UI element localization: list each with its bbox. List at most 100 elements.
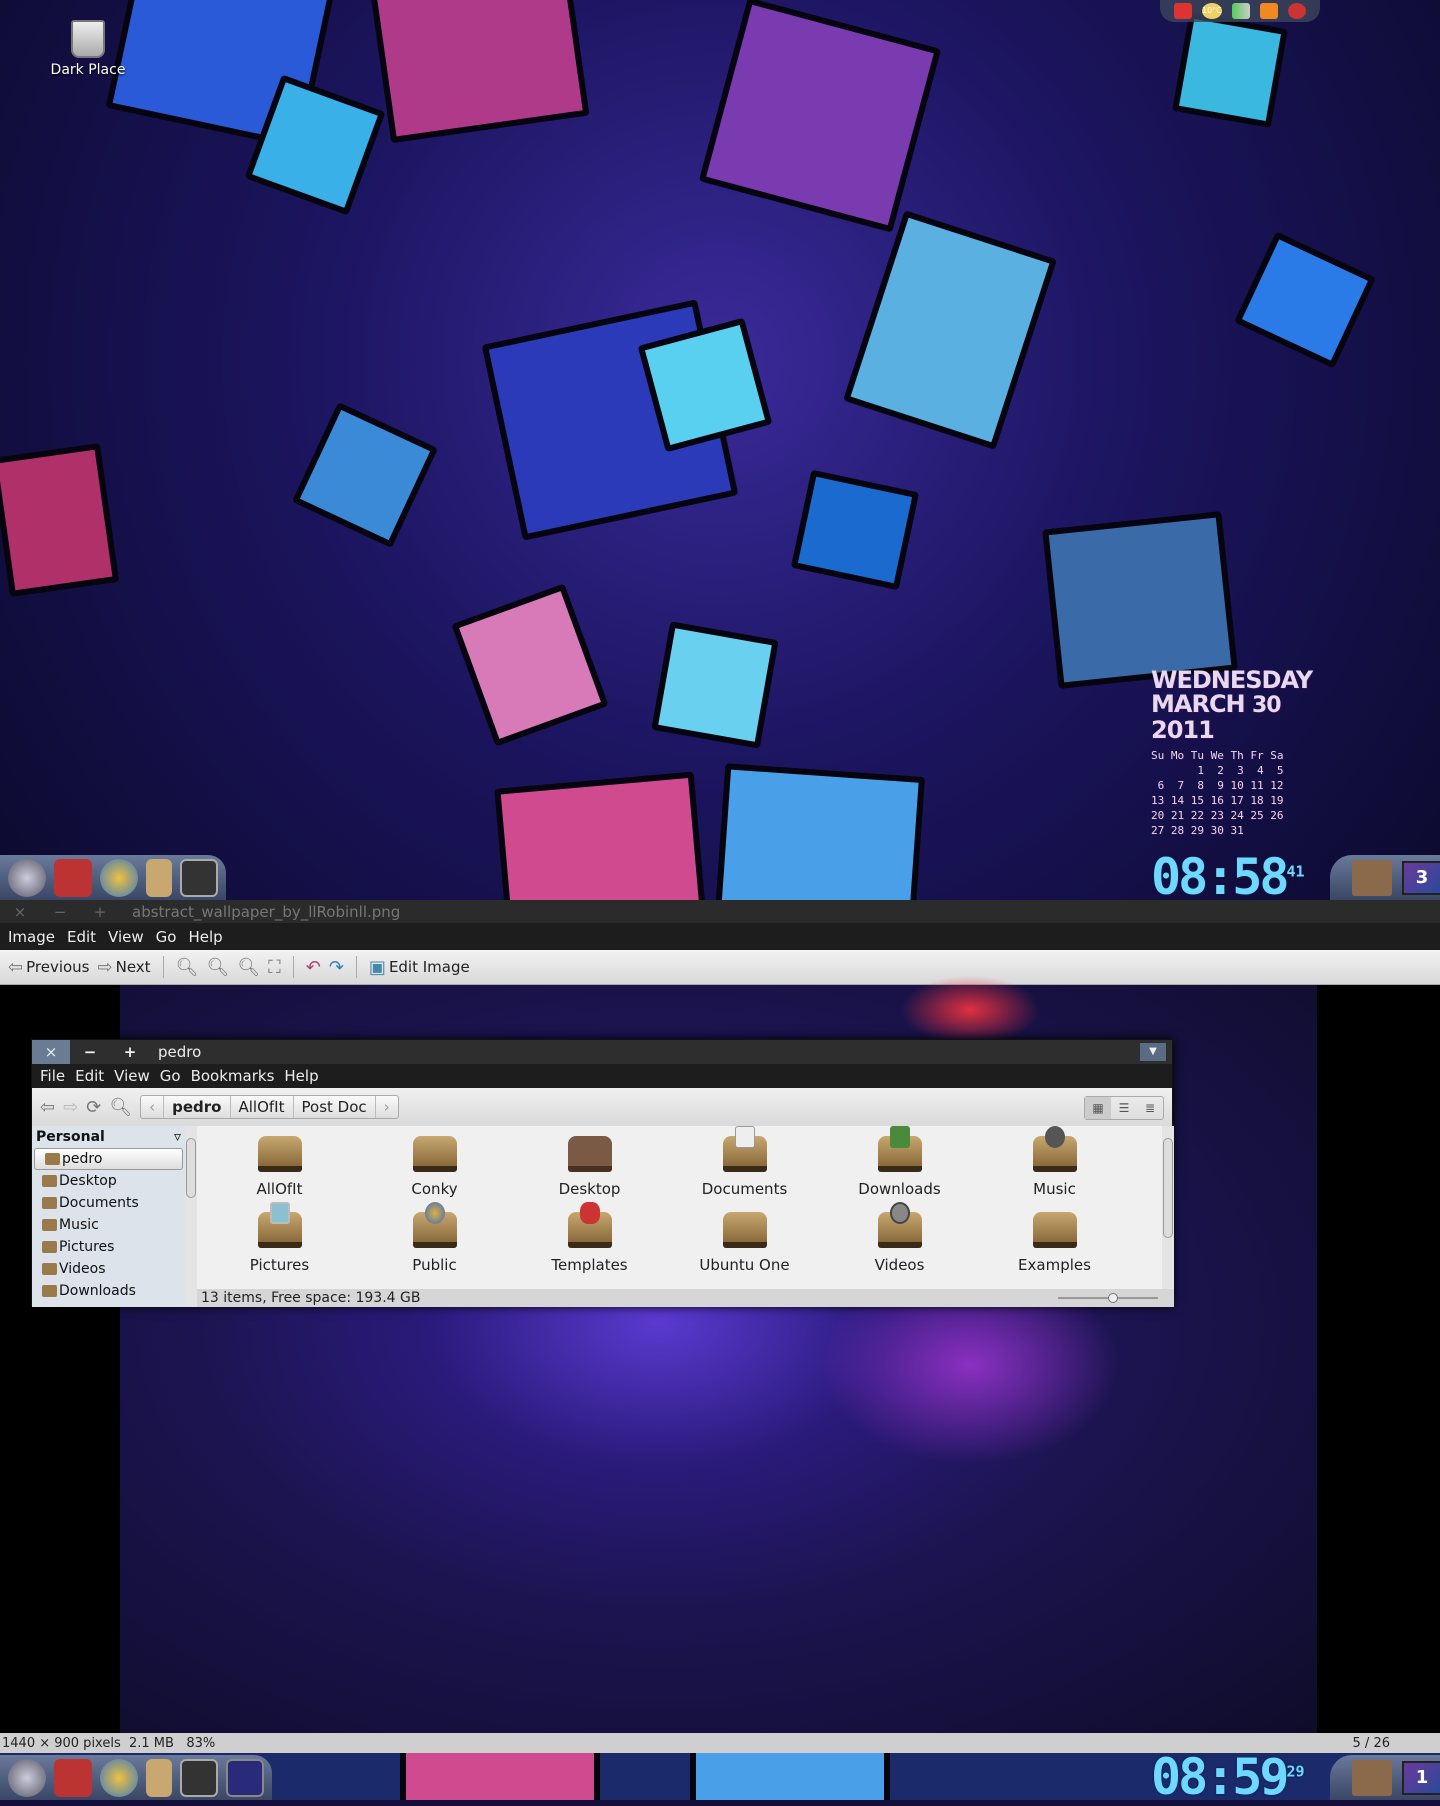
breadcrumb-post-doc[interactable]: Post Doc — [294, 1096, 376, 1118]
breadcrumb-left-arrow[interactable]: ‹ — [141, 1096, 165, 1118]
separator — [292, 956, 294, 978]
zoom-out-icon[interactable]: 🔍︎ — [206, 957, 229, 978]
file-item-downloads[interactable]: Downloads — [822, 1126, 977, 1212]
sidebar-item-pictures[interactable]: Pictures — [32, 1236, 185, 1258]
launcher-dock — [0, 1755, 272, 1800]
conky-clock: 08:5929 — [1151, 1748, 1305, 1806]
workspace-switcher[interactable]: 1 — [1402, 1760, 1440, 1795]
firefox-icon[interactable] — [54, 1758, 92, 1797]
rotate-left-icon[interactable]: ↶ — [306, 957, 321, 978]
fm-titlebar: × − + pedro ▼ — [32, 1040, 1172, 1064]
minimize-button[interactable]: − — [70, 1043, 110, 1061]
file-item-desktop[interactable]: Desktop — [512, 1136, 667, 1212]
menu-go[interactable]: Go — [160, 1067, 181, 1085]
breadcrumb-right-arrow[interactable]: › — [376, 1096, 398, 1118]
firefox-icon[interactable] — [54, 858, 92, 897]
menu-help[interactable]: Help — [188, 928, 222, 946]
gnome-foot-icon[interactable] — [8, 1758, 46, 1797]
sidebar-item-pedro[interactable]: pedro — [34, 1148, 183, 1170]
folder-icon — [257, 1136, 302, 1172]
network-globe-icon[interactable] — [100, 1758, 138, 1797]
minimize-button[interactable]: − — [40, 903, 80, 921]
back-icon[interactable]: ⇦ — [40, 1097, 55, 1118]
content-scrollbar[interactable] — [1162, 1126, 1174, 1289]
maximize-button[interactable]: + — [80, 903, 120, 921]
file-label: Music — [1033, 1180, 1076, 1198]
weather-icon[interactable]: 10°C — [1202, 3, 1222, 19]
file-item-documents[interactable]: Documents — [667, 1126, 822, 1212]
file-label: Desktop — [558, 1180, 621, 1198]
sidebar-item-videos[interactable]: Videos — [32, 1258, 185, 1280]
gmail-icon[interactable] — [1174, 3, 1192, 19]
breadcrumb-allofit[interactable]: AllOfIt — [231, 1096, 294, 1118]
forward-icon[interactable]: ⇨ — [63, 1097, 78, 1118]
close-button[interactable]: × — [0, 903, 40, 921]
rss-icon[interactable] — [1259, 3, 1278, 19]
zoom-slider-handle[interactable] — [1108, 1293, 1118, 1303]
network-globe-icon[interactable] — [100, 858, 138, 897]
next-button[interactable]: ⇨ Next — [98, 957, 151, 978]
zoom-normal-icon[interactable]: 🔍︎ — [237, 957, 260, 978]
menu-image[interactable]: Image — [8, 928, 55, 946]
file-item-conky[interactable]: Conky — [357, 1136, 512, 1212]
image-viewer-icon[interactable] — [226, 1758, 264, 1797]
sidebar-item-label: Videos — [59, 1261, 106, 1277]
sidebar-item-documents[interactable]: Documents — [32, 1192, 185, 1214]
file-item-ubuntu-one[interactable]: Ubuntu One — [667, 1212, 822, 1288]
file-item-music[interactable]: Music — [977, 1126, 1132, 1212]
sidebar-item-music[interactable]: Music — [32, 1214, 185, 1236]
desk-folder-icon — [567, 1136, 612, 1172]
menu-edit[interactable]: Edit — [75, 1067, 104, 1085]
rotate-right-icon[interactable]: ↷ — [329, 957, 344, 978]
file-item-public[interactable]: Public — [357, 1202, 512, 1288]
file-item-pictures[interactable]: Pictures — [202, 1202, 357, 1288]
terminal-icon[interactable] — [180, 858, 218, 897]
zoom-slider[interactable] — [1058, 1293, 1158, 1303]
menu-view[interactable]: View — [114, 1067, 150, 1085]
reload-icon[interactable]: ⟳ — [86, 1097, 101, 1118]
file-item-examples[interactable]: Examples — [977, 1212, 1132, 1288]
menu-go[interactable]: Go — [156, 928, 177, 946]
clock-time: 08:59 — [1151, 1748, 1290, 1806]
file-item-allofit[interactable]: AllOfIt — [202, 1136, 357, 1212]
sidebar-item-downloads[interactable]: Downloads — [32, 1280, 185, 1302]
calendar-header: Su Mo Tu We Th Fr Sa — [1151, 749, 1284, 762]
zoom-in-icon[interactable]: 🔍︎ — [176, 957, 199, 978]
file-cabinet-icon[interactable] — [146, 1758, 172, 1797]
menu-help[interactable]: Help — [284, 1067, 318, 1085]
menu-file[interactable]: File — [40, 1067, 65, 1085]
menu-edit[interactable]: Edit — [67, 928, 96, 946]
terminal-icon[interactable] — [180, 1758, 218, 1797]
file-cabinet-icon[interactable] — [146, 858, 172, 897]
search-icon[interactable]: 🔍︎ — [109, 1097, 132, 1118]
list-view-icon[interactable]: ☰ — [1111, 1097, 1137, 1119]
signal-icon[interactable] — [1231, 3, 1250, 19]
conky-calendar: WEDNESDAY MARCH 30 2011 Su Mo Tu We Th F… — [1151, 668, 1313, 838]
file-item-videos[interactable]: Videos — [822, 1202, 977, 1288]
menu-bookmarks[interactable]: Bookmarks — [191, 1067, 275, 1085]
power-icon[interactable] — [1287, 3, 1306, 19]
gnome-foot-icon[interactable] — [8, 858, 46, 897]
edit-image-button[interactable]: ▣ Edit Image — [369, 957, 470, 978]
sidebar-dropdown-icon[interactable]: ▿ — [174, 1129, 181, 1145]
pictures-icon — [42, 1241, 57, 1253]
breadcrumb-pedro[interactable]: pedro — [164, 1096, 231, 1118]
sidebar-scrollbar[interactable] — [185, 1126, 197, 1307]
desktop-icon-label: Dark Place — [50, 62, 126, 78]
sidebar-item-desktop[interactable]: Desktop — [32, 1170, 185, 1192]
icon-view-icon[interactable]: ▦ — [1085, 1097, 1111, 1119]
previous-button[interactable]: ⇦ Previous — [8, 957, 90, 978]
desk-icon[interactable] — [1352, 1759, 1392, 1796]
sidebar-heading: Personal — [36, 1129, 105, 1145]
fit-window-icon[interactable]: ⛶ — [268, 957, 281, 978]
maximize-button[interactable]: + — [110, 1043, 150, 1061]
close-button[interactable]: × — [32, 1040, 70, 1064]
file-item-templates[interactable]: Templates — [512, 1202, 667, 1288]
desktop-icon-dark-place[interactable]: Dark Place — [48, 20, 128, 78]
viewer-toolbar: ⇦ Previous ⇨ Next 🔍︎ 🔍︎ 🔍︎ ⛶ ↶ ↷ ▣ Edit Ima… — [0, 950, 1440, 985]
menu-view[interactable]: View — [108, 928, 144, 946]
desk-icon[interactable] — [1352, 859, 1392, 896]
compact-view-icon[interactable]: ≣ — [1137, 1097, 1163, 1119]
window-menu-button[interactable]: ▼ — [1140, 1043, 1166, 1061]
workspace-switcher[interactable]: 3 — [1402, 860, 1440, 895]
